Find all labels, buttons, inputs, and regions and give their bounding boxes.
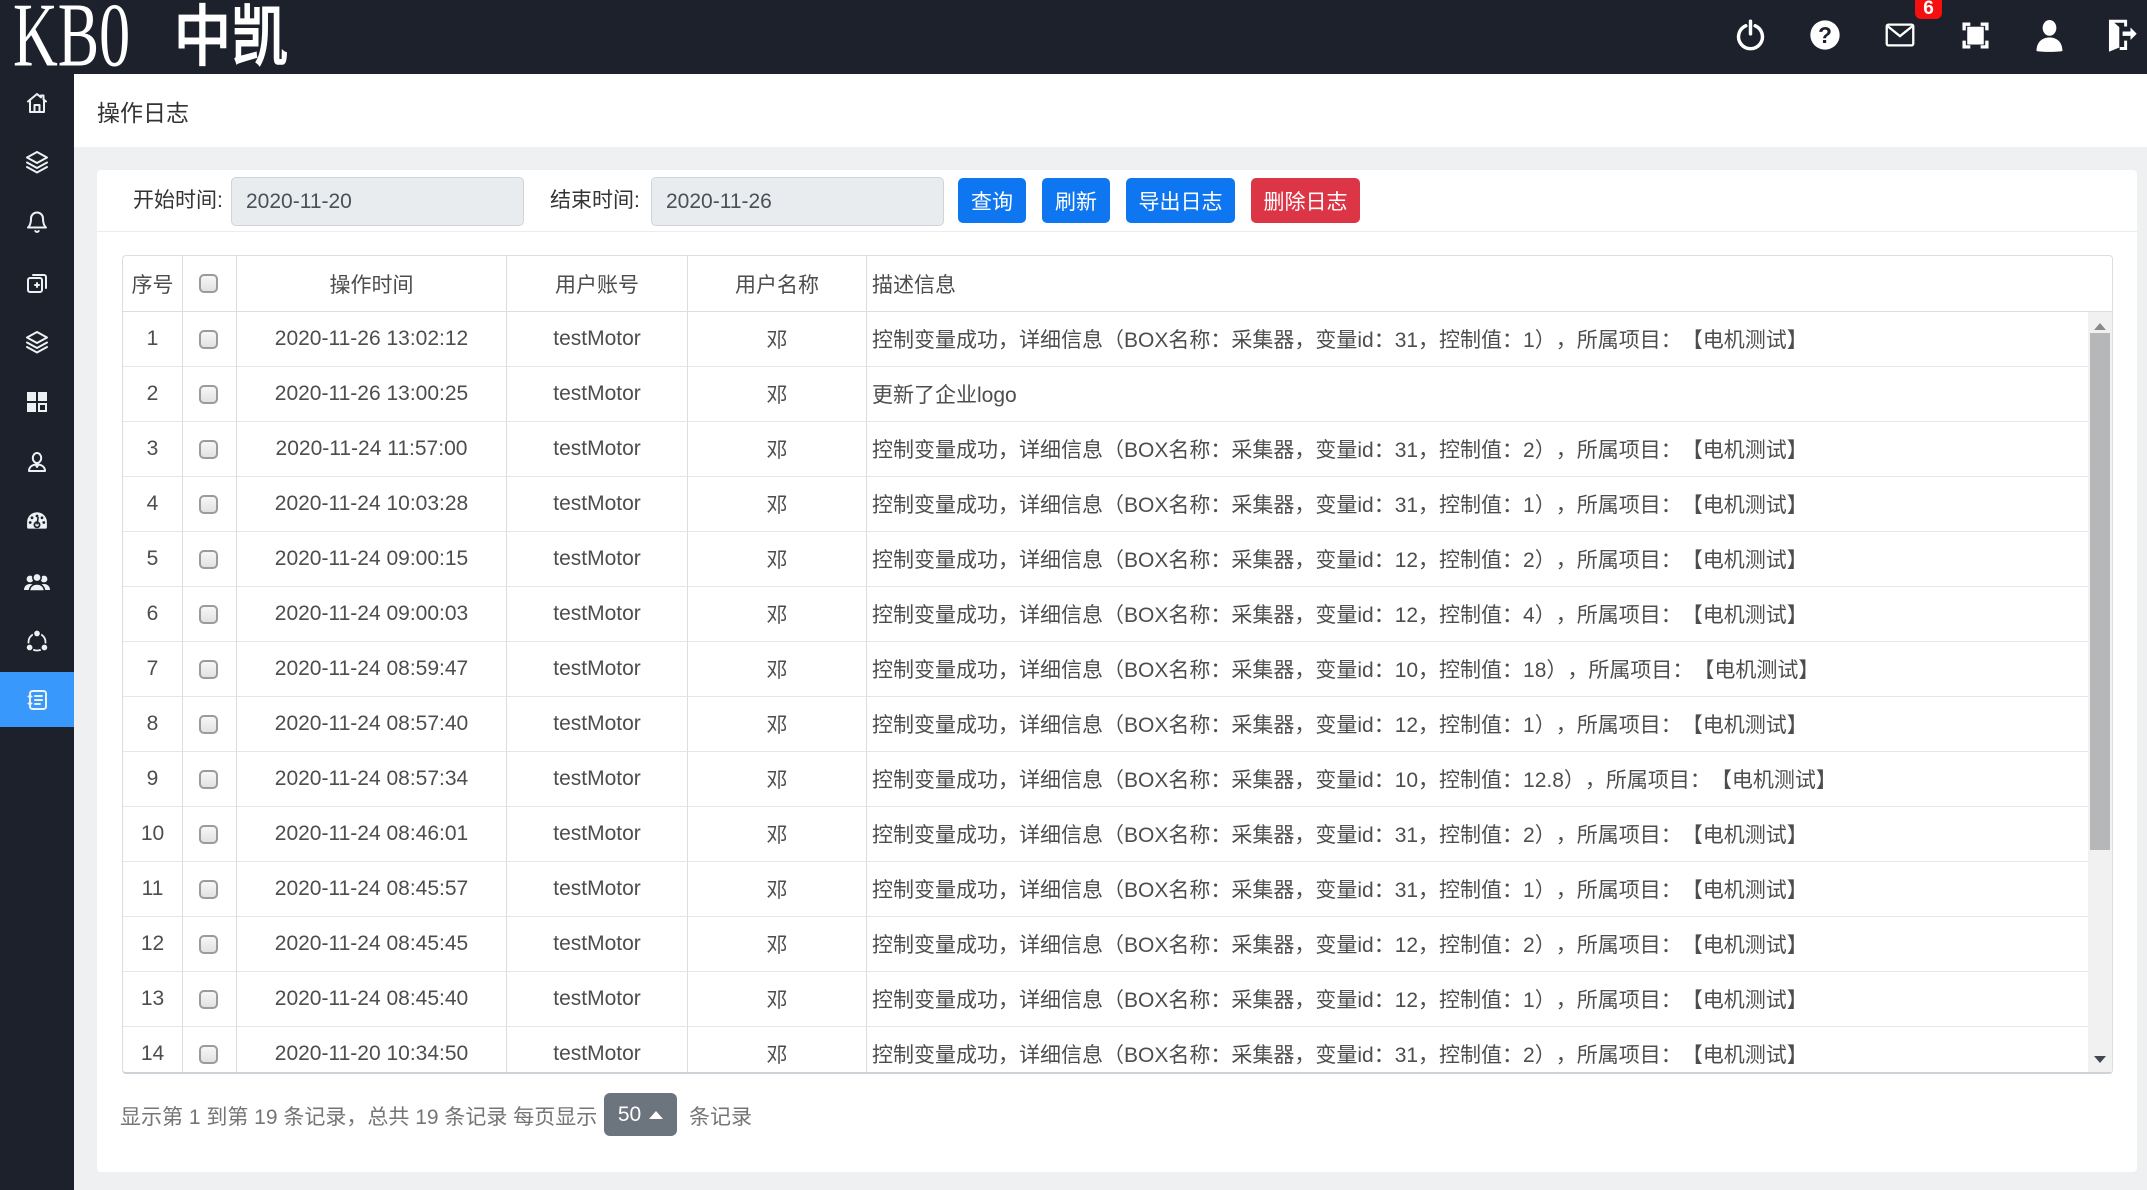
svg-text:?: ? bbox=[1818, 22, 1832, 48]
